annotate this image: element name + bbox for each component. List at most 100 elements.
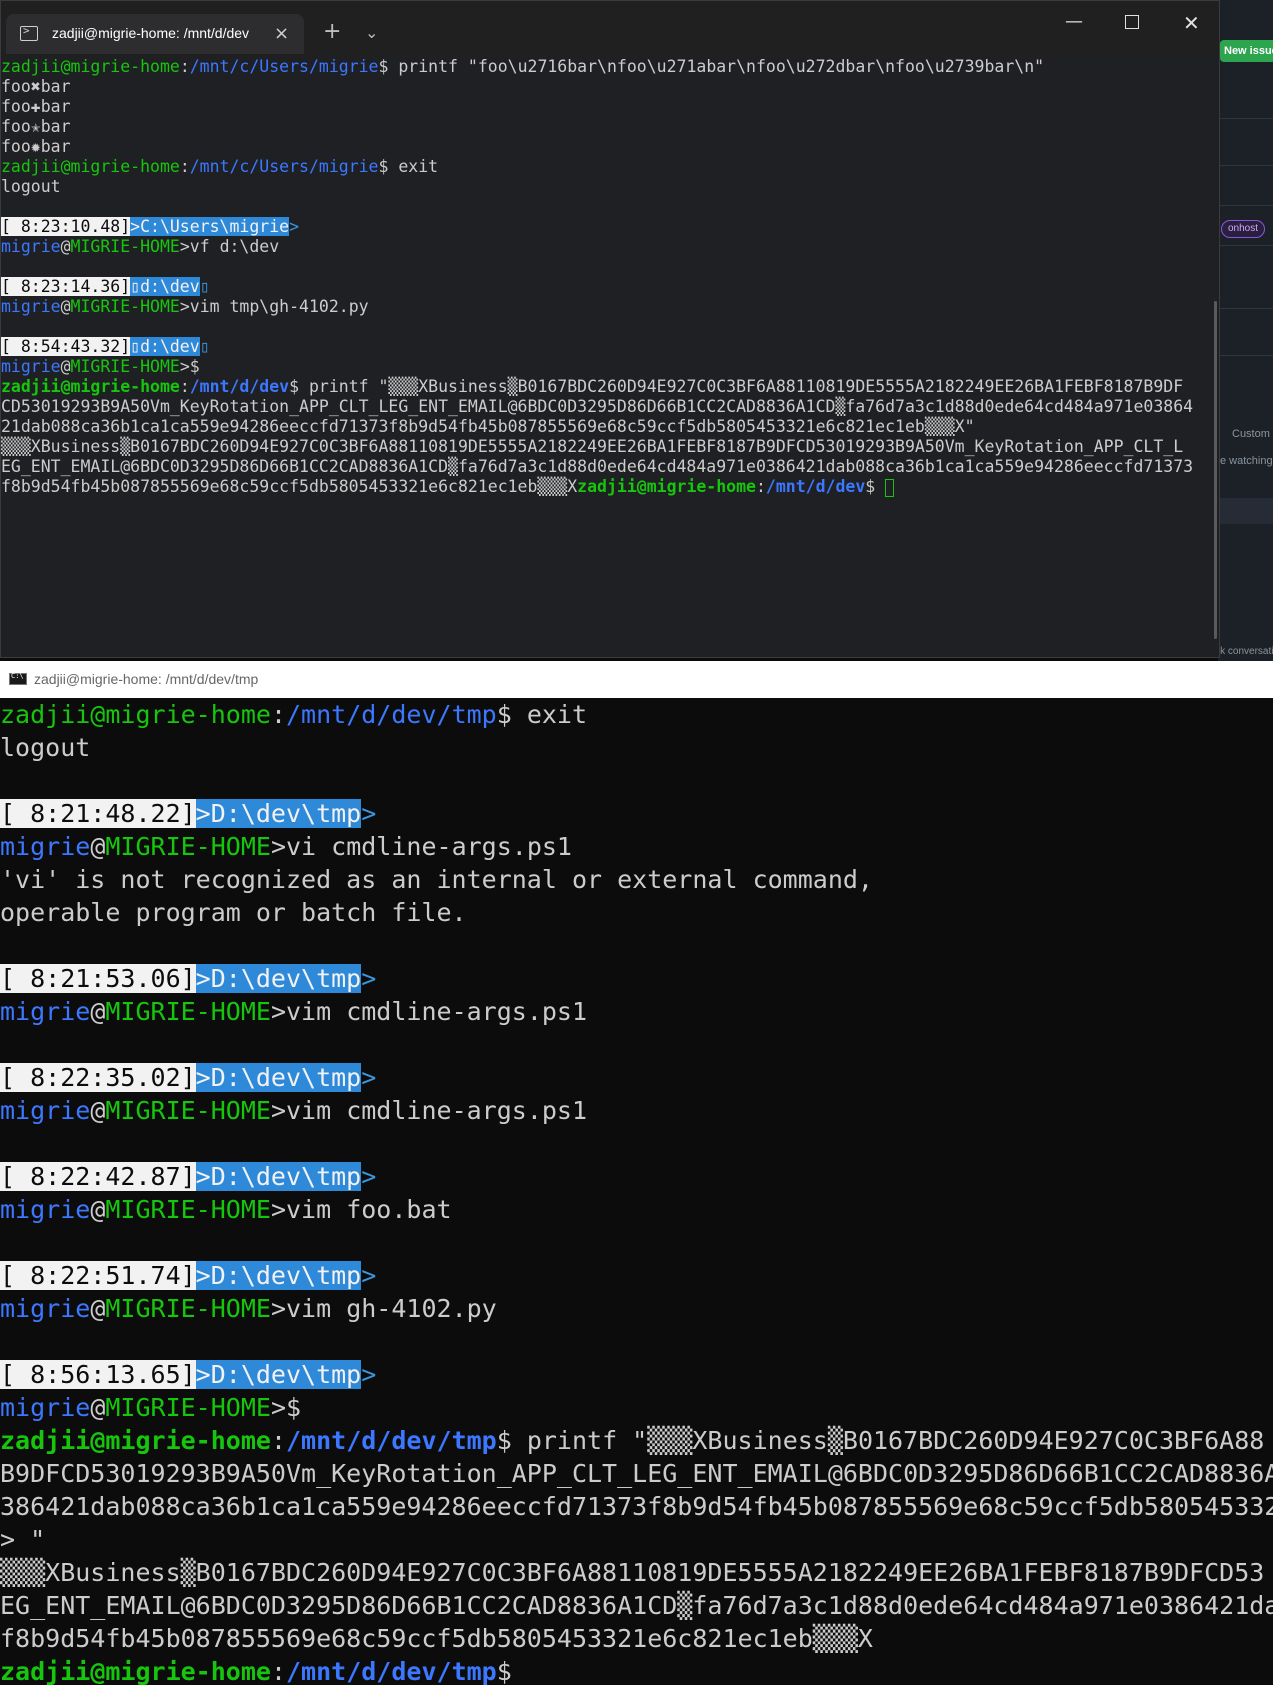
line-segment: [ 8:22:51.74] [0,1261,196,1290]
conhost-titlebar: zadjii@migrie-home: /mnt/d/dev/tmp [0,661,1273,698]
line-segment: $ exit [496,700,588,729]
line-segment: >vf d:\dev [179,237,280,256]
line-segment: migrie [0,1096,91,1125]
terminal-line: foo✖bar [1,77,1211,97]
line-segment: B9DFCD53019293B9A50Vm_KeyRotation_APP_CL… [0,1459,1273,1488]
new-issue-button[interactable]: New issue [1220,40,1273,62]
line-segment: [ 8:22:42.87] [0,1162,196,1191]
terminal-line: foo✚bar [1,97,1211,117]
terminal-line: migrie@MIGRIE-HOME>vim cmdline-args.ps1 [0,1094,1273,1127]
line-segment: /mnt/d/dev [765,477,866,496]
line-segment: : [179,377,190,396]
conhost-buffer[interactable]: zadjii@migrie-home:/mnt/d/dev/tmp$ exit l… [0,698,1273,1685]
line-segment: zadjii@migrie-home [0,700,271,729]
windows-terminal-window: zadjii@migrie-home: /mnt/d/dev × + ⌄ — ✕… [0,0,1220,658]
line-segment: ▯d:\dev [130,337,200,356]
divider [1218,165,1273,166]
line-segment: >$ [179,357,200,376]
line-segment: $ [496,1657,512,1685]
background-app-window: New issue onhost Custom e watching Lock … [1218,0,1273,662]
line-segment: >D:\dev\tmp [195,1162,362,1191]
line-segment: MIGRIE-HOME [70,297,180,316]
line-segment: MIGRIE-HOME [105,1393,271,1422]
line-segment: 'vi' is not recognized as an internal or… [0,865,873,894]
line-segment: $ printf "foo\u2716bar\nfoo\u271abar\nfo… [378,57,1045,76]
line-segment: migrie [0,997,91,1026]
terminal-line: zadjii@migrie-home:/mnt/c/Users/migrie$ … [1,157,1211,177]
line-segment: zadjii@migrie-home [0,1657,271,1685]
line-segment: MIGRIE-HOME [105,1195,271,1224]
line-segment: f8b9d54fb45b087855569e68c59ccf5db5805453… [0,1624,873,1653]
line-segment: : [179,157,190,176]
terminal-line: zadjii@migrie-home:/mnt/d/dev/tmp$ print… [0,1424,1273,1457]
line-segment: : [270,1426,286,1455]
line-segment: MIGRIE-HOME [105,997,271,1026]
terminal-line: [ 8:21:53.06]>D:\dev\tmp> [0,962,1273,995]
line-segment: [ 8:23:10.48] [1,217,131,236]
lock-conversation-link[interactable]: Lock conversation [1218,646,1273,657]
terminal-line: ▒▒▒XBusiness▒B0167BDC260D94E927C0C3BF6A8… [0,1556,1273,1589]
line-segment: foo✭bar [1,117,71,136]
line-segment: CD53019293B9A50Vm_KeyRotation_APP_CLT_LE… [1,397,1194,416]
line-segment: > [361,1162,377,1191]
line-segment: ▒▒▒XBusiness▒B0167BDC260D94E927C0C3BF6A8… [0,1558,1265,1587]
line-segment: logout [1,177,61,196]
line-segment: f8b9d54fb45b087855569e68c59ccf5db5805453… [1,477,578,496]
line-segment: MIGRIE-HOME [70,237,180,256]
new-tab-button[interactable]: + [323,19,341,44]
divider [1218,118,1273,119]
label-pill[interactable]: onhost [1221,220,1266,238]
terminal-buffer[interactable]: zadjii@migrie-home:/mnt/c/Users/migrie$ … [1,57,1211,657]
line-segment: foo✚bar [1,97,71,116]
line-segment: zadjii@migrie-home [1,57,180,76]
minimize-button[interactable]: — [1065,11,1083,32]
line-segment: /mnt/d/dev/tmp [286,1426,497,1455]
chevron-down-icon[interactable]: ⌄ [365,23,378,42]
line-segment: >C:\Users\migrie [130,217,290,236]
line-segment: ▯d:\dev [130,277,200,296]
line-segment: >vim gh-4102.py [270,1294,497,1323]
line-segment: foo✖bar [1,77,71,96]
divider [1218,245,1273,246]
customize-link[interactable]: Custom [1232,428,1270,440]
line-segment: @ [90,1294,106,1323]
terminal-line: 'vi' is not recognized as an internal or… [0,863,1273,896]
line-segment: : [270,700,286,729]
terminal-line: foo✭bar [1,117,1211,137]
line-segment: > [361,1261,377,1290]
line-segment: >D:\dev\tmp [195,1360,362,1389]
terminal-tab[interactable]: zadjii@migrie-home: /mnt/d/dev × [6,14,304,54]
terminal-line: CD53019293B9A50Vm_KeyRotation_APP_CLT_LE… [1,397,1211,417]
line-segment: MIGRIE-HOME [105,1294,271,1323]
line-segment: logout [0,733,91,762]
line-segment: [ 8:54:43.32] [1,337,131,356]
terminal-line: operable program or batch file. [0,896,1273,929]
terminal-line: migrie@MIGRIE-HOME>vim foo.bat [0,1193,1273,1226]
terminal-line: zadjii@migrie-home:/mnt/c/Users/migrie$ … [1,57,1211,77]
line-segment: >vim foo.bat [270,1195,452,1224]
line-segment: > " [0,1525,46,1554]
terminal-line: [ 8:23:10.48]>C:\Users\migrie> [1,217,1211,237]
line-segment: migrie [1,297,61,316]
maximize-button[interactable] [1125,15,1139,29]
terminal-line: migrie@MIGRIE-HOME>$ [0,1391,1273,1424]
line-segment: > [361,1063,377,1092]
line-segment: migrie [0,1393,91,1422]
line-segment: zadjii@migrie-home [1,377,180,396]
line-segment: >vim cmdline-args.ps1 [270,997,588,1026]
line-segment: [ 8:23:14.36] [1,277,131,296]
line-segment: [ 8:22:35.02] [0,1063,196,1092]
scrollbar[interactable] [1214,301,1217,639]
terminal-line: > " [0,1523,1273,1556]
line-segment: migrie [1,357,61,376]
close-button[interactable]: ✕ [1183,11,1200,35]
terminal-line: foo✹bar [1,137,1211,157]
terminal-line: zadjii@migrie-home:/mnt/d/dev/tmp$ exit [0,698,1273,731]
tab-close-icon[interactable]: × [274,23,289,44]
text-cursor [885,478,895,497]
line-segment: >vi cmdline-args.ps1 [270,832,572,861]
line-segment: @ [60,357,71,376]
line-segment: ▯ [199,277,210,296]
